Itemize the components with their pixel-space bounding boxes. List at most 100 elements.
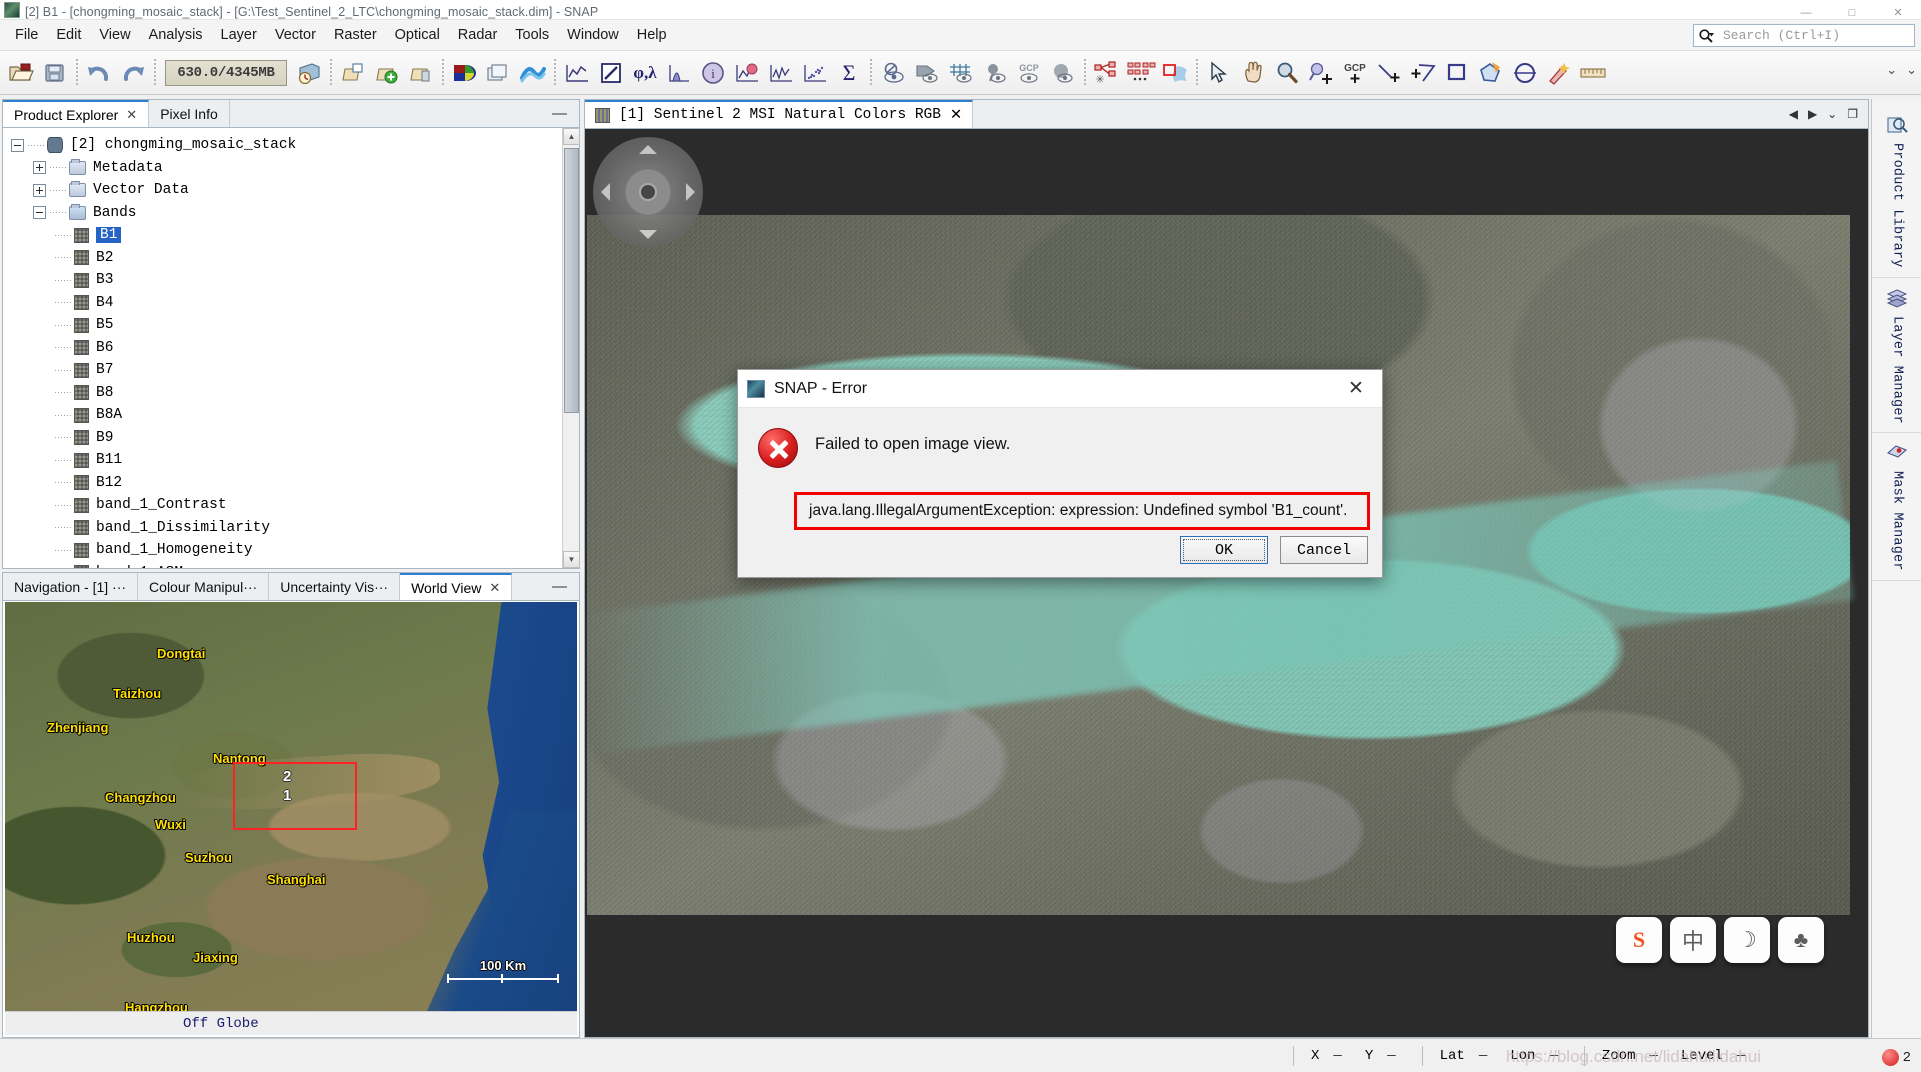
tab-sentinel2-rgb[interactable]: [1] Sentinel 2 MSI Natural Colors RGB ✕ (585, 100, 974, 128)
prev-tab-icon[interactable]: ◀ (1789, 107, 1798, 121)
menu-item-tools[interactable]: Tools (506, 23, 558, 47)
menu-item-file[interactable]: File (6, 23, 47, 47)
notification-bubble-icon[interactable] (1881, 1049, 1899, 1066)
scatter-plot-icon[interactable] (798, 56, 832, 90)
image-view-icon[interactable] (482, 56, 516, 90)
tree-node-band[interactable]: B1 (11, 224, 562, 247)
navigation-compass-icon[interactable] (593, 137, 703, 247)
tab-colour-manipulation[interactable]: Colour Manipul··· (138, 573, 270, 600)
menu-item-radar[interactable]: Radar (449, 23, 507, 47)
toolbar-chevron-1[interactable]: ⌄ (1886, 62, 1897, 78)
menu-item-vector[interactable]: Vector (266, 23, 325, 47)
reopen-product-icon[interactable] (292, 56, 326, 90)
notification-indicator[interactable]: 2 (1881, 1049, 1911, 1066)
tree-node-band[interactable]: B8A (11, 404, 562, 427)
pan-tool-icon[interactable] (1236, 56, 1270, 90)
skin-icon[interactable]: ♣ (1778, 917, 1824, 963)
menu-item-window[interactable]: Window (558, 23, 628, 47)
minimize-icon[interactable]: — (540, 573, 579, 600)
scrollbar-thumb[interactable] (564, 148, 579, 413)
rectangle-drawing-icon[interactable] (1440, 56, 1474, 90)
menu-item-optical[interactable]: Optical (386, 23, 449, 47)
dialog-close-button[interactable]: ✕ (1336, 374, 1376, 404)
menu-item-help[interactable]: Help (628, 23, 676, 47)
tree-node-band[interactable]: B6 (11, 337, 562, 360)
compass-north-arrow[interactable] (639, 145, 657, 154)
redo-icon[interactable] (116, 56, 150, 90)
import-vector-icon[interactable] (336, 56, 370, 90)
sogou-ime-icon[interactable]: S (1616, 917, 1662, 963)
memory-indicator[interactable]: 630.0/4345MB (165, 59, 287, 86)
tree-node-band[interactable]: band_1_Homogeneity (11, 539, 562, 562)
open-product-icon[interactable] (4, 56, 38, 90)
profile-plot-icon[interactable] (560, 56, 594, 90)
menu-item-raster[interactable]: Raster (325, 23, 386, 47)
menu-item-edit[interactable]: Edit (47, 23, 90, 47)
compass-east-arrow[interactable] (686, 183, 695, 201)
maximize-view-icon[interactable]: ❐ (1847, 107, 1858, 121)
compass-south-arrow[interactable] (639, 230, 657, 239)
selection-tool-icon[interactable] (1202, 56, 1236, 90)
zoom-tool-icon[interactable] (1270, 56, 1304, 90)
rgb-image-view-icon[interactable] (448, 56, 482, 90)
undo-icon[interactable] (82, 56, 116, 90)
ellipse-drawing-icon[interactable] (1508, 56, 1542, 90)
tree-node-band[interactable]: band_1_Dissimilarity (11, 517, 562, 540)
sidebar-item-mask-manager[interactable]: Mask Manager (1872, 433, 1921, 582)
tab-uncertainty-visualisation[interactable]: Uncertainty Vis··· (269, 573, 401, 600)
tree-node-band[interactable]: B2 (11, 247, 562, 270)
tree-node-band[interactable]: band_1_Contrast (11, 494, 562, 517)
histogram-icon[interactable] (662, 56, 696, 90)
toolbar-overflow[interactable]: ⌄ ⌄ (1886, 62, 1917, 78)
no-data-overlay-icon[interactable] (876, 56, 910, 90)
sidebar-item-layer-manager[interactable]: Layer Manager (1872, 278, 1921, 434)
geometry-overlay-icon[interactable] (910, 56, 944, 90)
tab-navigation[interactable]: Navigation - [1] ··· (3, 573, 139, 600)
window-close-button[interactable]: ✕ (1875, 5, 1921, 19)
add-product-icon[interactable] (370, 56, 404, 90)
batch-processing-icon[interactable] (1124, 56, 1158, 90)
search-box[interactable]: Search (Ctrl+I) (1693, 24, 1915, 47)
ok-button[interactable]: OK (1180, 536, 1268, 564)
window-maximize-button[interactable]: □ (1829, 5, 1875, 19)
tree-node-band[interactable]: B11 (11, 449, 562, 472)
tab-pixel-info[interactable]: Pixel Info (149, 100, 230, 127)
statistics-icon[interactable] (730, 56, 764, 90)
sum-icon[interactable]: Σ (832, 56, 866, 90)
wavelength-icon[interactable] (516, 56, 550, 90)
tree-toggle-icon[interactable] (33, 161, 46, 175)
tree-node-band[interactable]: band_1_ASM (11, 562, 562, 568)
menu-item-analysis[interactable]: Analysis (140, 23, 212, 47)
tree-node-metadata[interactable]: Metadata (11, 157, 562, 180)
information-icon[interactable]: i (696, 56, 730, 90)
close-product-icon[interactable] (404, 56, 438, 90)
graticule-overlay-icon[interactable] (944, 56, 978, 90)
tree-node-band[interactable]: B7 (11, 359, 562, 382)
moon-icon[interactable]: ☽ (1724, 917, 1770, 963)
product-tree-scrollbar[interactable]: ▲ ▼ (562, 128, 580, 568)
polygon-drawing-icon[interactable] (1474, 56, 1508, 90)
minimize-icon[interactable]: — (540, 100, 579, 127)
tree-node-bands[interactable]: Bands (11, 202, 562, 225)
tree-node-band[interactable]: B4 (11, 292, 562, 315)
compass-west-arrow[interactable] (601, 183, 610, 201)
band-maths-icon[interactable] (594, 56, 628, 90)
tree-node-band[interactable]: B3 (11, 269, 562, 292)
phi-lambda-icon[interactable]: φ,λ (628, 56, 662, 90)
mask-overlay-icon[interactable] (1046, 56, 1080, 90)
scroll-down-icon[interactable]: ▼ (563, 551, 580, 568)
next-tab-icon[interactable]: ▶ (1808, 107, 1817, 121)
tree-toggle-icon[interactable] (11, 138, 24, 152)
tree-node-band[interactable]: B9 (11, 427, 562, 450)
tree-node-vector-data[interactable]: Vector Data (11, 179, 562, 202)
world-view-map[interactable]: Dongtai Taizhou Zhenjiang Nantong Changz… (5, 602, 577, 1011)
toolbar-chevron-2[interactable]: ⌄ (1906, 62, 1917, 78)
menu-item-layer[interactable]: Layer (212, 23, 266, 47)
tree-node-product[interactable]: [2] chongming_mosaic_stack (11, 134, 562, 157)
close-icon[interactable]: ✕ (126, 107, 137, 123)
graph-builder-icon[interactable]: ✳ (1090, 56, 1124, 90)
image-canvas[interactable]: S 中 ☽ ♣ (585, 129, 1868, 1037)
tree-toggle-icon[interactable] (33, 183, 46, 197)
close-icon[interactable]: ✕ (950, 107, 962, 124)
gcp-overlay-icon[interactable]: GCP (1012, 56, 1046, 90)
